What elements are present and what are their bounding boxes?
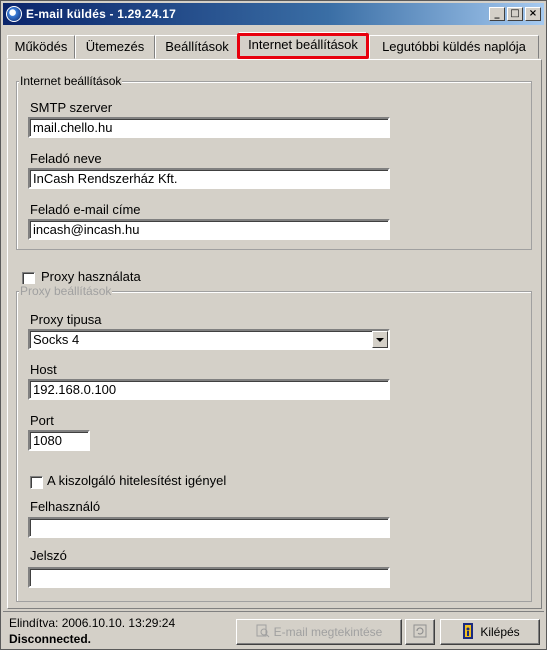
password-input[interactable] — [28, 567, 390, 588]
connection-status: Disconnected. — [9, 632, 92, 646]
window-controls: _ □ × — [489, 7, 541, 21]
title-bar[interactable]: E-mail küldés - 1.29.24.17 _ □ × — [3, 3, 544, 25]
sender-email-input[interactable]: incash@incash.hu — [28, 219, 390, 240]
tab-legutobbi-kuldes-naploja[interactable]: Legutóbbi küldés naplója — [369, 35, 539, 59]
refresh-button[interactable] — [405, 619, 435, 645]
status-bar: Elindítva: 2006.10.10. 13:29:24 Disconne… — [3, 611, 544, 649]
port-input[interactable]: 1080 — [28, 430, 90, 451]
username-input[interactable] — [28, 517, 390, 538]
auth-required-label[interactable]: A kiszolgáló hitelesítést igényel — [47, 473, 226, 488]
minimize-button[interactable]: _ — [489, 7, 505, 21]
sender-name-input[interactable]: InCash Rendszerház Kft. — [28, 168, 390, 189]
window-title: E-mail küldés - 1.29.24.17 — [26, 7, 176, 21]
username-label: Felhasználó — [30, 499, 101, 514]
refresh-icon — [412, 623, 428, 642]
password-label: Jelszó — [30, 548, 67, 563]
host-label: Host — [30, 362, 57, 377]
close-button[interactable]: × — [525, 7, 541, 21]
maximize-button[interactable]: □ — [507, 7, 523, 21]
chevron-down-icon[interactable] — [372, 331, 388, 348]
app-icon — [6, 6, 22, 22]
tab-mukodes[interactable]: Működés — [7, 35, 75, 59]
proxy-settings-title: Proxy beállítások — [19, 284, 113, 298]
exit-door-icon — [460, 622, 476, 643]
tab-beallitasok[interactable]: Beállítások — [155, 35, 239, 59]
tab-utemezes[interactable]: Ütemezés — [75, 35, 155, 59]
use-proxy-label[interactable]: Proxy használata — [41, 269, 141, 284]
tab-panel-internet: Internet beállítások SMTP szerver mail.c… — [7, 59, 542, 609]
auth-required-checkbox[interactable] — [30, 476, 43, 489]
port-label: Port — [30, 413, 54, 428]
sender-email-label: Feladó e-mail címe — [30, 202, 141, 217]
proxy-type-value: Socks 4 — [33, 332, 80, 347]
proxy-type-select[interactable]: Socks 4 — [28, 329, 390, 350]
host-input[interactable]: 192.168.0.100 — [28, 379, 390, 400]
sender-name-label: Feladó neve — [30, 151, 102, 166]
email-sender-window: E-mail küldés - 1.29.24.17 _ □ × Működés… — [0, 0, 547, 650]
proxy-type-label: Proxy tipusa — [30, 312, 102, 327]
email-preview-label: E-mail megtekintése — [273, 625, 383, 639]
preview-icon — [256, 624, 270, 641]
internet-settings-title: Internet beállítások — [19, 74, 123, 88]
smtp-server-input[interactable]: mail.chello.hu — [28, 117, 390, 138]
exit-label: Kilépés — [480, 625, 520, 639]
email-preview-button[interactable]: E-mail megtekintése — [236, 619, 402, 645]
exit-button[interactable]: Kilépés — [440, 619, 540, 645]
tab-internet-beallitasok[interactable]: Internet beállítások — [239, 32, 367, 59]
smtp-server-label: SMTP szerver — [30, 100, 113, 115]
started-timestamp: Elindítva: 2006.10.10. 13:29:24 — [9, 616, 176, 630]
